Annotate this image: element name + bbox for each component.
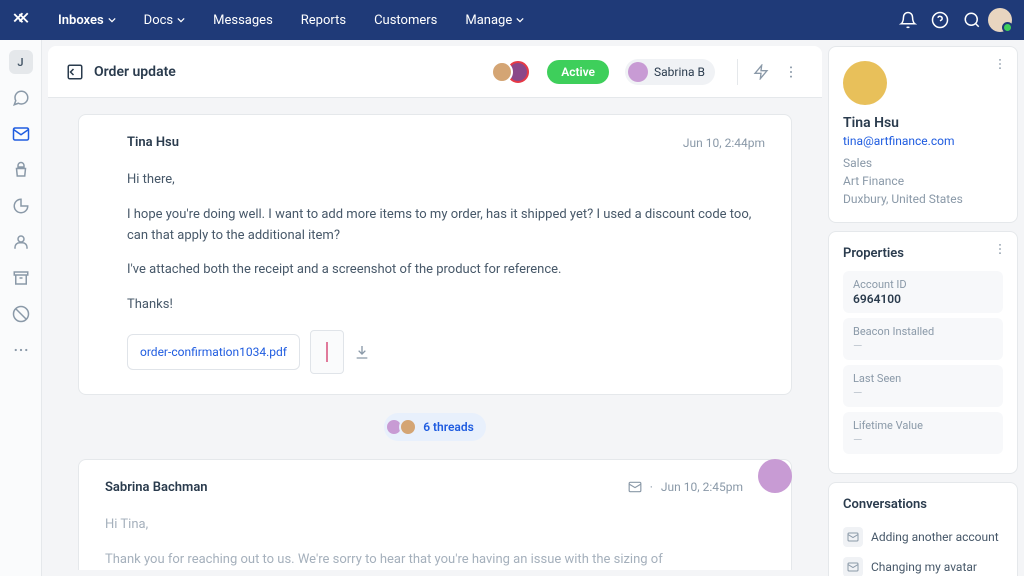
participant-avatars[interactable]	[497, 61, 529, 83]
nav-manage[interactable]: Manage	[451, 13, 538, 28]
attachments: order-confirmation1034.pdf	[127, 330, 765, 374]
archive-icon[interactable]	[9, 266, 33, 290]
property-item[interactable]: Account ID 6964100	[843, 271, 1003, 313]
conversation-title: Order update	[94, 64, 176, 80]
attachment-file[interactable]: order-confirmation1034.pdf	[127, 334, 300, 370]
property-item[interactable]: Lifetime Value —	[843, 412, 1003, 454]
customer-card: Tina Hsu tina@artfinance.com Sales Art F…	[828, 46, 1018, 223]
nav-docs[interactable]: Docs	[130, 13, 199, 28]
message-card: Tina Hsu Jun 10, 2:44pm Hi there, I hope…	[78, 114, 792, 395]
download-icon[interactable]	[354, 344, 370, 360]
help-icon[interactable]	[924, 4, 956, 36]
message-time: Jun 10, 2:44pm	[683, 136, 765, 150]
folder-icon[interactable]	[9, 158, 33, 182]
attachment-thumbnail[interactable]	[310, 330, 344, 374]
property-item[interactable]: Last Seen —	[843, 365, 1003, 407]
message-from: Tina Hsu	[127, 135, 179, 150]
properties-card: Properties Account ID 6964100 Beacon Ins…	[828, 231, 1018, 474]
more-vertical-icon[interactable]	[778, 59, 804, 85]
thread-avatar	[399, 418, 417, 436]
property-item[interactable]: Beacon Installed —	[843, 318, 1003, 360]
message-row: Tina Hsu Jun 10, 2:44pm Hi there, I hope…	[48, 98, 822, 395]
reply-row: Sabrina Bachman · Jun 10, 2:45pm Hi Tina…	[48, 459, 822, 570]
card-menu-icon[interactable]	[993, 242, 1007, 256]
message-body: Hi there, I hope you're doing well. I wa…	[127, 170, 765, 316]
bolt-icon[interactable]	[748, 59, 774, 85]
nav-reports[interactable]: Reports	[287, 13, 360, 28]
app-logo[interactable]	[12, 11, 30, 29]
assignee-avatar	[628, 62, 648, 82]
message-time: · Jun 10, 2:45pm	[628, 480, 743, 494]
customer-avatar	[843, 61, 887, 105]
conversations-card: Conversations Adding another account Cha…	[828, 482, 1018, 576]
customer-name: Tina Hsu	[843, 115, 1003, 131]
nav-inboxes[interactable]: Inboxes	[44, 13, 130, 28]
nav-customers[interactable]: Customers	[360, 13, 451, 28]
search-icon[interactable]	[956, 4, 988, 36]
inbox-icon[interactable]	[9, 122, 33, 146]
more-icon[interactable]	[9, 338, 33, 362]
user-avatar[interactable]	[988, 8, 1012, 32]
envelope-icon	[843, 527, 863, 547]
blocked-icon[interactable]	[9, 302, 33, 326]
threads-pill[interactable]: 6 threads	[384, 413, 486, 441]
top-nav: Inboxes Docs Messages Reports Customers …	[0, 0, 1024, 40]
card-menu-icon[interactable]	[993, 57, 1007, 71]
envelope-icon	[843, 557, 863, 576]
status-pill[interactable]: Active	[547, 60, 609, 84]
conversation-link[interactable]: Changing my avatar	[843, 552, 1003, 576]
chat-icon[interactable]	[9, 86, 33, 110]
sender-avatar	[758, 459, 792, 493]
assignee-pill[interactable]: Sabrina B	[625, 59, 715, 85]
conversations-title: Conversations	[843, 497, 1003, 512]
workspace-badge[interactable]: J	[9, 50, 33, 74]
message-body: Hi Tina, Thank you for reaching out to u…	[105, 515, 743, 570]
back-icon[interactable]	[66, 63, 84, 81]
message-from: Sabrina Bachman	[105, 480, 208, 495]
main-column: Order update Active Sabrina B	[42, 40, 828, 576]
customer-meta: Sales Art Finance Duxbury, United States	[843, 154, 1003, 208]
people-icon[interactable]	[9, 230, 33, 254]
right-sidebar: Tina Hsu tina@artfinance.com Sales Art F…	[828, 40, 1024, 576]
nav-messages[interactable]: Messages	[199, 13, 287, 28]
customer-email[interactable]: tina@artfinance.com	[843, 134, 1003, 148]
properties-title: Properties	[843, 246, 1003, 261]
bell-icon[interactable]	[892, 4, 924, 36]
conversation-link[interactable]: Adding another account	[843, 522, 1003, 552]
conversation-header: Order update Active Sabrina B	[48, 46, 822, 98]
reply-card: Sabrina Bachman · Jun 10, 2:45pm Hi Tina…	[78, 459, 792, 570]
participant-avatar	[491, 61, 513, 83]
left-rail: J	[0, 40, 42, 576]
reports-icon[interactable]	[9, 194, 33, 218]
envelope-icon	[628, 480, 642, 494]
